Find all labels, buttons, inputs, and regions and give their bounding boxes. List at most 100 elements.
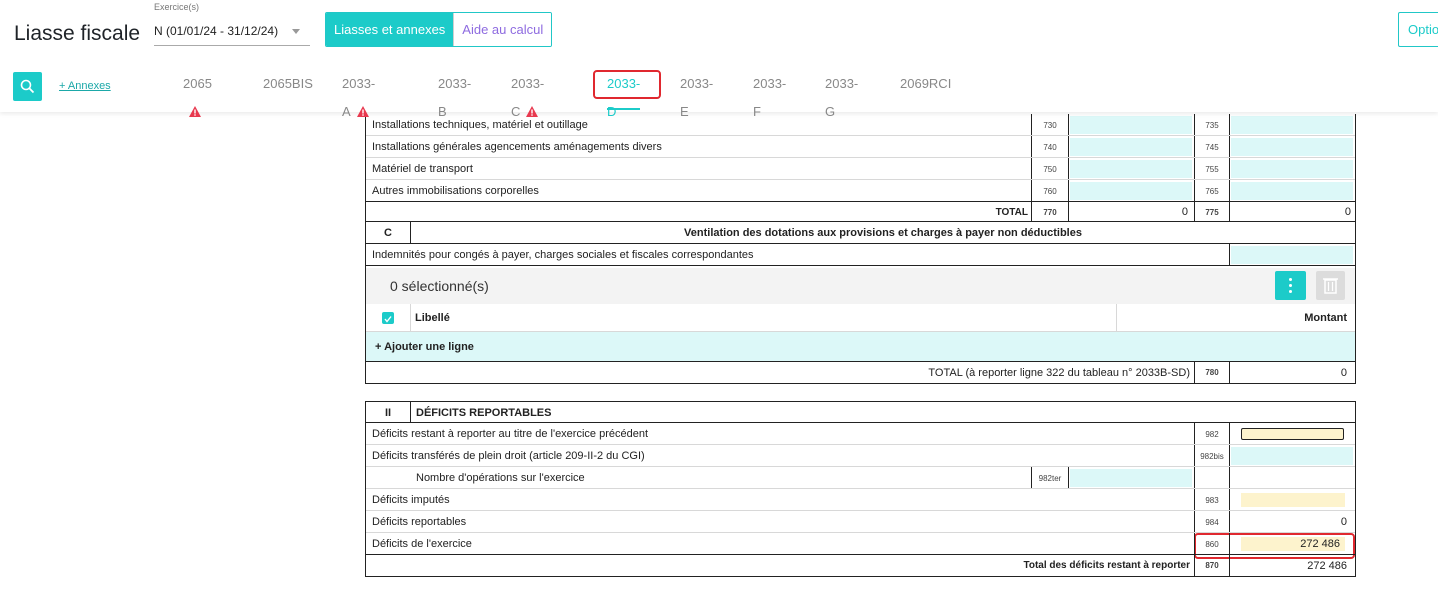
row-code: 982bis bbox=[1200, 451, 1224, 461]
tab-2033-g[interactable]: 2033-G bbox=[825, 70, 858, 119]
row-label: Nombre d'opérations sur l'exercice bbox=[416, 472, 585, 484]
row-label: Déficits de l'exercice bbox=[372, 538, 472, 550]
search-icon bbox=[20, 79, 35, 94]
column-header-montant[interactable]: Montant bbox=[1304, 304, 1347, 331]
top-header: Liasse fiscale Exercice(s) N (01/01/24 -… bbox=[0, 0, 1438, 119]
warning-icon bbox=[526, 105, 539, 117]
total-value: 0 bbox=[1340, 366, 1347, 379]
amount-input[interactable] bbox=[1070, 116, 1192, 134]
row-code: 760 bbox=[1043, 186, 1057, 196]
list-header: Libellé Montant bbox=[366, 304, 1355, 332]
total-value: 0 bbox=[1344, 206, 1351, 218]
highlight-box-tab bbox=[593, 70, 661, 99]
more-actions-button[interactable] bbox=[1275, 271, 1306, 300]
row-code: 775 bbox=[1205, 207, 1219, 217]
deficit-row: Déficits imputés 983 bbox=[365, 489, 1356, 511]
select-all-checkbox[interactable] bbox=[382, 312, 394, 324]
total-c-row: TOTAL (à reporter ligne 322 du tableau n… bbox=[365, 362, 1356, 384]
tab-2033-a[interactable]: 2033-A bbox=[342, 70, 375, 119]
tab-2033-f[interactable]: 2033-F bbox=[753, 70, 786, 119]
search-button[interactable] bbox=[13, 72, 42, 101]
row-label: Installations techniques, matériel et ou… bbox=[372, 119, 588, 131]
row-code: 870 bbox=[1205, 561, 1219, 570]
amount-input[interactable] bbox=[1241, 493, 1345, 507]
row-code: 735 bbox=[1205, 120, 1219, 130]
trash-icon bbox=[1323, 278, 1338, 294]
tab-2033-c[interactable]: 2033-C bbox=[511, 70, 544, 119]
row-code: 984 bbox=[1205, 517, 1219, 527]
row-label: Installations générales agencements amén… bbox=[372, 141, 662, 153]
row-code: 780 bbox=[1205, 368, 1219, 377]
amount-value: 0 bbox=[1340, 516, 1347, 528]
indemnites-row: Indemnités pour congés à payer, charges … bbox=[365, 244, 1356, 266]
row-code: 765 bbox=[1205, 186, 1219, 196]
tab-label: 2065BIS bbox=[263, 76, 313, 91]
tab-2065[interactable]: 2065 bbox=[183, 70, 212, 117]
row-label: Autres immobilisations corporelles bbox=[372, 185, 539, 197]
row-code: 770 bbox=[1043, 207, 1057, 217]
liasses-annexes-button[interactable]: Liasses et annexes bbox=[326, 13, 454, 46]
deficit-row: Déficits de l'exercice 860 272 486 bbox=[365, 533, 1356, 555]
amount-value: 272 486 bbox=[1300, 538, 1340, 550]
amount-input[interactable] bbox=[1231, 447, 1353, 465]
immo-row: Installations générales agencements amén… bbox=[365, 136, 1356, 158]
section-c-header: C Ventilation des dotations aux provisio… bbox=[365, 222, 1356, 244]
immo-row: Autres immobilisations corporelles 760 7… bbox=[365, 180, 1356, 202]
deficit-total-row: Total des déficits restant à reporter 87… bbox=[365, 555, 1356, 577]
section-letter: C bbox=[384, 227, 392, 239]
row-code: 740 bbox=[1043, 142, 1057, 152]
section-letter: II bbox=[384, 406, 392, 419]
total-label: TOTAL bbox=[995, 206, 1028, 218]
immo-total-row: TOTAL 770 0 775 0 bbox=[365, 202, 1356, 222]
chevron-down-icon bbox=[292, 29, 300, 34]
row-code: 745 bbox=[1205, 142, 1219, 152]
row-code: 755 bbox=[1205, 164, 1219, 174]
delete-button[interactable] bbox=[1316, 271, 1345, 300]
row-label: Déficits transférés de plein droit (arti… bbox=[372, 450, 645, 462]
amount-input[interactable] bbox=[1070, 469, 1192, 487]
total-label: TOTAL (à reporter ligne 322 du tableau n… bbox=[928, 366, 1190, 379]
page-title: Liasse fiscale bbox=[14, 22, 141, 45]
amount-input[interactable] bbox=[1231, 246, 1353, 264]
tab-2065bis[interactable]: 2065BIS bbox=[263, 70, 313, 102]
row-label: Déficits restant à reporter au titre de … bbox=[372, 428, 649, 440]
active-tab-indicator bbox=[607, 108, 641, 110]
row-code: 750 bbox=[1043, 164, 1057, 174]
exercise-select[interactable]: N (01/01/24 - 31/12/24) bbox=[154, 18, 310, 46]
deficit-row: Nombre d'opérations sur l'exercice 982te… bbox=[365, 467, 1356, 489]
row-code: 860 bbox=[1205, 539, 1219, 549]
aide-calcul-button[interactable]: Aide au calcul bbox=[453, 13, 552, 46]
amount-input[interactable] bbox=[1231, 138, 1353, 156]
total-value: 0 bbox=[1181, 206, 1188, 218]
row-code: 730 bbox=[1043, 120, 1057, 130]
section-title: DÉFICITS REPORTABLES bbox=[416, 406, 552, 419]
amount-input[interactable] bbox=[1231, 116, 1353, 134]
amount-input[interactable] bbox=[1070, 138, 1192, 156]
warning-icon bbox=[189, 105, 201, 117]
view-toggle: Liasses et annexes Aide au calcul bbox=[325, 12, 553, 47]
row-label: Déficits reportables bbox=[372, 516, 467, 528]
tab-2033-b[interactable]: 2033-B bbox=[438, 70, 471, 119]
amount-input[interactable] bbox=[1231, 160, 1353, 178]
tab-2069rci[interactable]: 2069RCI bbox=[900, 70, 951, 102]
add-line-button[interactable]: + Ajouter une ligne bbox=[366, 332, 1355, 361]
warning-icon bbox=[356, 105, 369, 117]
annexes-link[interactable]: + Annexes bbox=[59, 80, 111, 92]
deficit-row: Déficits restant à reporter au titre de … bbox=[365, 423, 1356, 445]
tab-label: 2069RCI bbox=[900, 76, 952, 91]
column-header-libelle[interactable]: Libellé bbox=[415, 304, 450, 331]
deficit-row: Déficits transférés de plein droit (arti… bbox=[365, 445, 1356, 467]
options-button[interactable]: Optio bbox=[1398, 12, 1438, 47]
check-icon bbox=[384, 316, 392, 323]
amount-input[interactable] bbox=[1070, 182, 1192, 200]
form-content: Installations techniques, matériel et ou… bbox=[0, 112, 1438, 605]
add-line-label: + Ajouter une ligne bbox=[375, 340, 474, 353]
amount-input[interactable] bbox=[1070, 160, 1192, 178]
total-label: Total des déficits restant à reporter bbox=[1023, 560, 1190, 571]
tab-2033-e[interactable]: 2033-E bbox=[680, 70, 713, 119]
amount-input[interactable] bbox=[1231, 182, 1353, 200]
row-label: Déficits imputés bbox=[372, 494, 450, 506]
deficit-precedent-input[interactable] bbox=[1241, 428, 1344, 440]
selection-count: 0 sélectionné(s) bbox=[390, 278, 489, 294]
section-title: Ventilation des dotations aux provisions… bbox=[684, 227, 1082, 239]
